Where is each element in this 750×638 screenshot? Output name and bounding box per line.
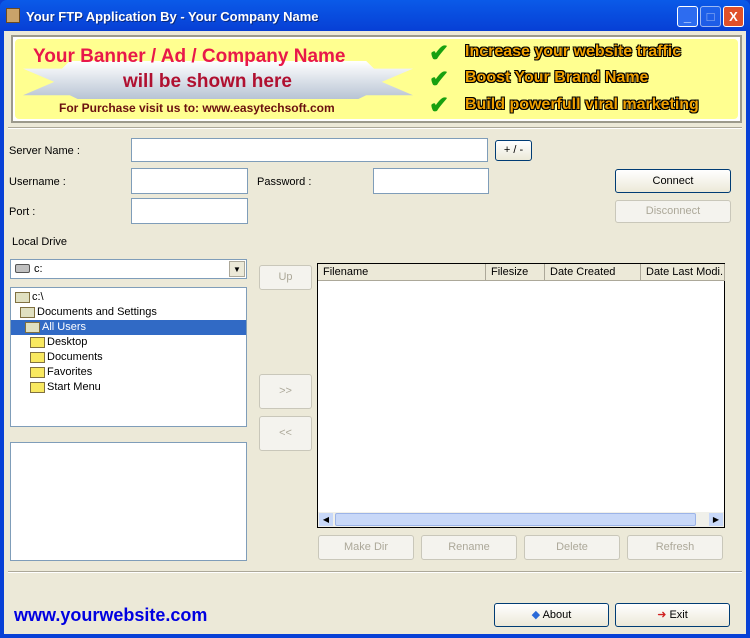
banner-bullet: Boost Your Brand Name [465, 69, 649, 86]
close-button[interactable]: X [723, 6, 744, 27]
column-filesize[interactable]: Filesize [486, 264, 545, 281]
horizontal-scrollbar[interactable]: ◀ ▶ [318, 512, 724, 527]
username-label: Username : [9, 176, 66, 188]
up-button: Up [259, 265, 312, 290]
server-name-input[interactable] [131, 138, 488, 162]
disconnect-button: Disconnect [615, 200, 731, 223]
server-name-label: Server Name : [9, 145, 80, 157]
tree-item[interactable]: c:\ [11, 290, 246, 305]
client-area: Your Banner / Ad / Company Name will be … [4, 31, 746, 634]
tree-item-label: c:\ [32, 291, 44, 303]
folder-open-icon [20, 307, 35, 318]
divider [8, 571, 742, 573]
folder-icon [30, 382, 45, 393]
banner[interactable]: Your Banner / Ad / Company Name will be … [11, 35, 742, 123]
folder-open-icon [15, 292, 30, 303]
password-input[interactable] [373, 168, 489, 194]
exit-button[interactable]: ➜ Exit [615, 603, 730, 627]
check-icon: ✔ [429, 66, 450, 93]
refresh-button: Refresh [627, 535, 723, 560]
window-title: Your FTP Application By - Your Company N… [26, 9, 319, 24]
app-icon [6, 8, 20, 23]
file-list-local[interactable] [10, 442, 247, 561]
drive-icon [15, 264, 30, 273]
tree-item-label: Desktop [47, 336, 88, 348]
banner-line3: For Purchase visit us to: www.easytechso… [59, 101, 335, 115]
download-button: << [259, 416, 312, 451]
port-input[interactable] [131, 198, 248, 224]
delete-button: Delete [524, 535, 620, 560]
tree-item[interactable]: Desktop [11, 335, 246, 350]
folder-tree[interactable]: c:\ Documents and Settings All Users Deskto… [10, 287, 247, 427]
scroll-right-icon[interactable]: ▶ [709, 513, 723, 526]
banner-bullet: Build powerfull viral marketing [465, 96, 699, 113]
upload-button: >> [259, 374, 312, 409]
check-icon: ✔ [429, 92, 450, 119]
scroll-left-icon[interactable]: ◀ [319, 513, 333, 526]
app-window: Your FTP Application By - Your Company N… [0, 0, 750, 638]
info-icon: ◆ [531, 609, 543, 621]
tree-item[interactable]: Start Menu [11, 380, 246, 395]
maximize-button[interactable]: □ [700, 6, 721, 27]
scroll-thumb[interactable] [335, 513, 696, 526]
tree-item[interactable]: Documents [11, 350, 246, 365]
tree-item[interactable]: Documents and Settings [11, 305, 246, 320]
tree-item-label: Start Menu [47, 381, 101, 393]
divider [8, 127, 742, 129]
make-dir-button: Make Dir [318, 535, 414, 560]
banner-line2: will be shown here [123, 71, 292, 92]
tree-item-label: Documents and Settings [37, 306, 157, 318]
about-button[interactable]: ◆ About [494, 603, 609, 627]
chevron-down-icon[interactable]: ▼ [229, 261, 245, 277]
tree-item-label: All Users [42, 321, 87, 333]
remote-file-list[interactable]: Filename Filesize Date Created Date Last… [317, 263, 725, 528]
folder-icon [30, 367, 45, 378]
minimize-button[interactable]: _ [677, 6, 698, 27]
drive-select[interactable]: c: ▼ [10, 259, 247, 279]
drive-value: c: [34, 263, 43, 275]
column-date-modified[interactable]: Date Last Modi... [641, 264, 725, 281]
website-link[interactable]: www.yourwebsite.com [14, 605, 207, 626]
exit-icon: ➜ [657, 609, 670, 621]
connect-button[interactable]: Connect [615, 169, 731, 193]
about-label: About [542, 609, 572, 621]
folder-open-icon [25, 322, 40, 333]
exit-label: Exit [669, 609, 688, 621]
banner-bullet: Increase your website traffic [465, 43, 682, 60]
tree-item-label: Favorites [47, 366, 93, 378]
folder-icon [30, 337, 45, 348]
username-input[interactable] [131, 168, 248, 194]
check-icon: ✔ [429, 40, 450, 67]
column-date-created[interactable]: Date Created [545, 264, 641, 281]
tree-item[interactable]: Favorites [11, 365, 246, 380]
tree-item[interactable]: All Users [11, 320, 246, 335]
rename-button: Rename [421, 535, 517, 560]
folder-icon [30, 352, 45, 363]
plus-minus-button[interactable]: + / - [495, 140, 532, 161]
banner-line1: Your Banner / Ad / Company Name [33, 46, 346, 67]
password-label: Password : [257, 176, 312, 188]
port-label: Port : [9, 206, 36, 218]
column-filename[interactable]: Filename [318, 264, 486, 281]
title-bar: Your FTP Application By - Your Company N… [0, 0, 750, 32]
local-drive-label: Local Drive [12, 236, 68, 248]
tree-item-label: Documents [47, 351, 103, 363]
